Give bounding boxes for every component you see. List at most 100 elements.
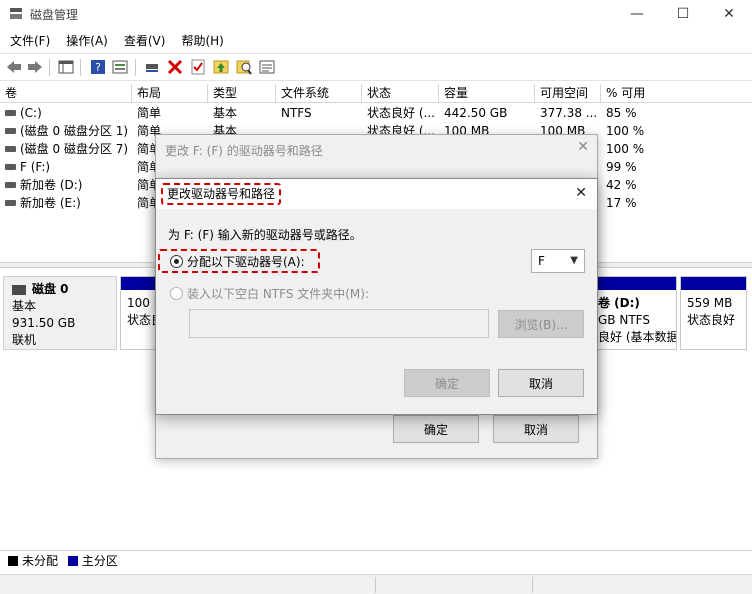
partition-size: GB NTFS	[598, 313, 650, 327]
window-title: 磁盘管理	[30, 8, 79, 22]
partition-name: 卷 (D:)	[598, 296, 640, 310]
help-icon[interactable]: ?	[89, 58, 107, 76]
column-volume[interactable]: 卷	[0, 84, 132, 103]
percent-free-cell: 85 %	[606, 106, 637, 120]
drive-icon	[5, 199, 16, 206]
drive-icon	[5, 145, 16, 152]
up-arrow-icon[interactable]	[212, 58, 230, 76]
primary-partition-bar	[681, 277, 746, 290]
menu-view[interactable]: 查看(V)	[124, 30, 166, 52]
disk-type: 基本	[12, 299, 37, 313]
inner-dialog-title: 更改驱动器号和路径	[161, 183, 282, 205]
percent-free-cell: 100 %	[606, 124, 645, 138]
properties-icon[interactable]	[111, 58, 129, 76]
filesystem-cell: NTFS	[281, 106, 312, 120]
maximize-button[interactable]: ☐	[660, 0, 706, 28]
cancel-button[interactable]: 取消	[498, 369, 584, 397]
partition-block-d[interactable]: 卷 (D:) GB NTFS 良好 (基本数据	[597, 276, 677, 350]
partition-status: 状态良好	[687, 313, 736, 327]
primary-partition-bar	[598, 277, 676, 290]
column-percent-free[interactable]: % 可用	[601, 84, 752, 103]
partition-status: 状态良	[127, 313, 159, 327]
connect-icon[interactable]	[143, 58, 161, 76]
browse-button: 浏览(B)...	[498, 310, 584, 338]
partition-block[interactable]: 100 M 状态良	[120, 276, 160, 350]
column-status[interactable]: 状态	[362, 84, 439, 103]
drive-letter-value: F	[538, 254, 545, 268]
forward-arrow-icon[interactable]	[26, 58, 44, 76]
radio-mount-folder	[170, 287, 183, 300]
column-free-space[interactable]: 可用空间	[535, 84, 601, 103]
volume-table-header: 卷 布局 类型 文件系统 状态 容量 可用空间 % 可用	[0, 84, 752, 103]
cancel-button[interactable]: 取消	[493, 415, 579, 443]
partition-block[interactable]: 559 MB 状态良好	[680, 276, 747, 350]
dialog-title: 更改 F: (F) 的驱动器号和路径	[165, 144, 323, 158]
volume-cell: (C:)	[0, 104, 132, 122]
legend-primary: 主分区	[81, 554, 118, 568]
radio-assign-letter[interactable]	[170, 254, 183, 268]
percent-free-cell: 42 %	[606, 178, 637, 192]
menu-action[interactable]: 操作(A)	[66, 30, 108, 52]
assign-drive-letter-option[interactable]: 分配以下驱动器号(A):	[158, 249, 320, 273]
ok-button[interactable]: 确定	[393, 415, 479, 443]
volume-cell: (磁盘 0 磁盘分区 1)	[0, 122, 132, 140]
status-bar	[0, 574, 752, 594]
drive-icon	[5, 127, 16, 134]
instruction-text: 为 F: (F) 输入新的驱动器号或路径。	[168, 228, 362, 242]
disk-management-icon	[10, 8, 22, 19]
toolbar-separator	[49, 59, 50, 76]
back-arrow-icon[interactable]	[5, 58, 23, 76]
list-icon[interactable]	[258, 58, 276, 76]
legend-unallocated: 未分配	[22, 554, 59, 568]
chevron-down-icon: ▼	[570, 255, 578, 266]
legend: 未分配 主分区	[0, 550, 752, 572]
inner-dialog-titlebar: 更改驱动器号和路径 ✕	[156, 179, 597, 209]
toolbar-separator	[135, 59, 136, 76]
mount-path-field	[189, 309, 489, 338]
close-button[interactable]: ✕	[706, 0, 752, 28]
partition-size: 100 M	[127, 296, 159, 310]
assign-letter-label: 分配以下驱动器号(A):	[187, 254, 305, 269]
primary-partition-bar	[121, 277, 159, 290]
disk-icon	[12, 284, 26, 295]
column-capacity[interactable]: 容量	[439, 84, 535, 103]
volume-cell: F (F:)	[0, 158, 132, 176]
layout-cell: 简单	[137, 106, 162, 120]
volume-cell: 新加卷 (D:)	[0, 176, 132, 194]
toolbar: ?	[0, 53, 752, 81]
column-filesystem[interactable]: 文件系统	[276, 84, 362, 103]
check-icon[interactable]	[189, 58, 207, 76]
disk-size: 931.50 GB	[12, 316, 76, 330]
layout-cell: 简单	[137, 142, 156, 156]
status-divider	[375, 577, 376, 593]
delete-icon[interactable]	[166, 58, 184, 76]
column-type[interactable]: 类型	[208, 84, 276, 103]
drive-letter-select[interactable]: F ▼	[531, 249, 585, 273]
drive-icon	[5, 163, 16, 170]
capacity-cell: 442.50 GB	[444, 106, 508, 120]
status-cell: 状态良好 (...	[367, 106, 435, 120]
disk-name: 磁盘 0	[32, 282, 69, 296]
percent-free-cell: 99 %	[606, 160, 637, 174]
partition-status: 良好 (基本数据	[598, 330, 676, 344]
svg-text:?: ?	[95, 61, 101, 74]
partition-size: 559 MB	[687, 296, 733, 310]
toolbar-separator	[80, 59, 81, 76]
change-drive-letter-inner-dialog: 更改驱动器号和路径 ✕ 为 F: (F) 输入新的驱动器号或路径。 分配以下驱动…	[155, 178, 598, 415]
close-icon[interactable]: ✕	[575, 185, 587, 201]
layout-cell: 简单	[137, 196, 156, 210]
disk-status: 联机	[12, 333, 37, 347]
title-bar: 磁盘管理 — ☐ ✕	[0, 0, 752, 28]
close-icon[interactable]: ✕	[577, 139, 589, 155]
console-tree-icon[interactable]	[57, 58, 75, 76]
status-divider	[532, 577, 533, 593]
percent-free-cell: 17 %	[606, 196, 637, 210]
menu-help[interactable]: 帮助(H)	[181, 30, 223, 52]
column-layout[interactable]: 布局	[132, 84, 208, 103]
menu-file[interactable]: 文件(F)	[10, 30, 50, 52]
mount-folder-label: 装入以下空白 NTFS 文件夹中(M):	[187, 287, 370, 301]
minimize-button[interactable]: —	[614, 0, 660, 28]
search-icon[interactable]	[235, 58, 253, 76]
table-row[interactable]: (C:) 简单 基本 NTFS 状态良好 (... 442.50 GB 377.…	[0, 104, 752, 122]
disk-info-label[interactable]: 磁盘 0 基本 931.50 GB 联机	[3, 276, 117, 350]
